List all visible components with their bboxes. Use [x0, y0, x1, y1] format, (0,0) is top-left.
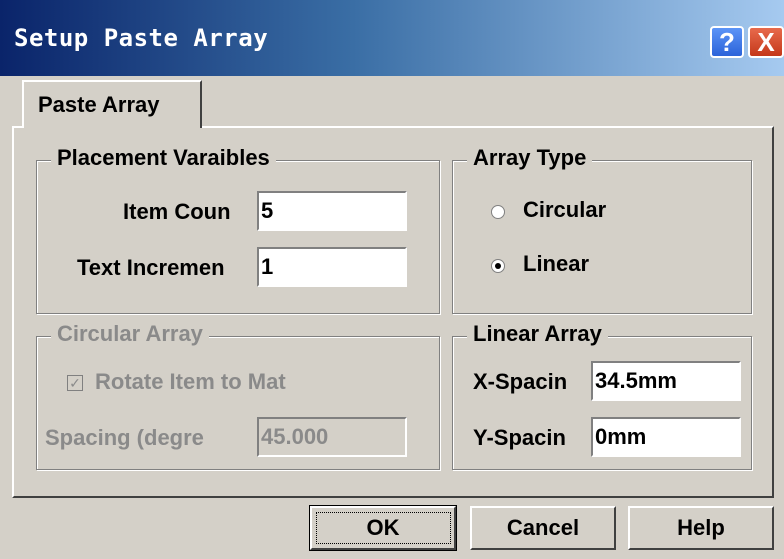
- circular-legend: Circular Array: [51, 321, 209, 347]
- array-type-legend: Array Type: [467, 145, 593, 171]
- text-increment-label: Text Incremen: [77, 255, 225, 280]
- spacing-label: Spacing (degre: [45, 425, 204, 450]
- x-spacing-field[interactable]: 34.5mm: [591, 361, 741, 401]
- item-count-field[interactable]: 5: [257, 191, 407, 231]
- window-title: Setup Paste Array: [14, 24, 269, 52]
- circular-array-group: Circular Array ✓ Rotate Item to Mat Spac…: [36, 321, 440, 470]
- y-spacing-field[interactable]: 0mm: [591, 417, 741, 457]
- item-count-label: Item Coun: [123, 199, 231, 224]
- radio-circular-label[interactable]: Circular: [523, 197, 606, 223]
- title-bar[interactable]: Setup Paste Array ? X: [0, 0, 784, 76]
- help-icon[interactable]: ?: [710, 26, 744, 58]
- ok-button[interactable]: OK: [309, 505, 457, 551]
- spacing-field[interactable]: 45.000: [257, 417, 407, 457]
- array-type-group: Array Type Circular Linear: [452, 145, 752, 314]
- y-spacing-label: Y-Spacin: [473, 425, 566, 450]
- text-increment-field[interactable]: 1: [257, 247, 407, 287]
- x-spacing-label: X-Spacin: [473, 369, 568, 394]
- cancel-button[interactable]: Cancel: [470, 506, 616, 550]
- radio-circular[interactable]: [491, 205, 505, 219]
- radio-linear[interactable]: [491, 259, 505, 273]
- placement-legend: Placement Varaibles: [51, 145, 276, 171]
- ok-button-label: OK: [315, 512, 451, 544]
- tab-paste-array[interactable]: Paste Array: [22, 80, 202, 128]
- radio-linear-label[interactable]: Linear: [523, 251, 589, 277]
- rotate-checkbox[interactable]: ✓: [67, 375, 83, 391]
- linear-legend: Linear Array: [467, 321, 608, 347]
- linear-array-group: Linear Array X-Spacin 34.5mm Y-Spacin 0m…: [452, 321, 752, 470]
- tab-panel: Placement Varaibles Item Coun 5 Text Inc…: [12, 126, 774, 498]
- help-button[interactable]: Help: [628, 506, 774, 550]
- close-icon[interactable]: X: [748, 26, 784, 58]
- rotate-label: Rotate Item to Mat: [95, 369, 286, 394]
- placement-group: Placement Varaibles Item Coun 5 Text Inc…: [36, 145, 440, 314]
